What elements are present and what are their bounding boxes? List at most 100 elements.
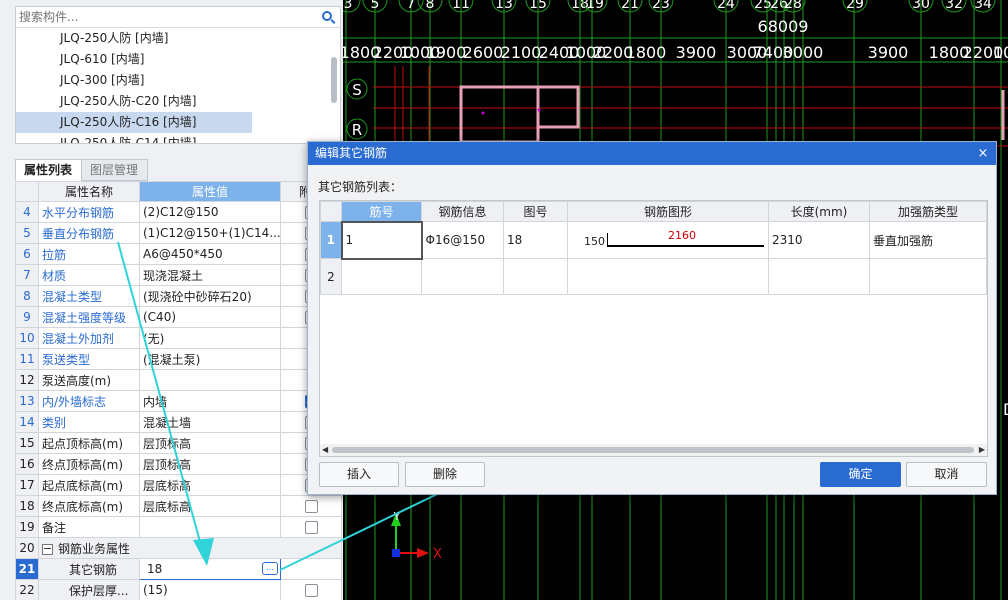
edit-ellipsis-icon[interactable]: ... (262, 562, 278, 575)
wall-outline[interactable] (536, 85, 580, 129)
property-value[interactable]: 内墙 (139, 390, 281, 412)
tree-item[interactable]: JLQ-250人防 [内墙] (16, 28, 340, 49)
cell-type[interactable]: 垂直加强筋 (869, 221, 987, 259)
grid-header-no[interactable]: 筋号 (341, 201, 422, 222)
horizontal-scrollbar[interactable]: ◀ ▶ (320, 444, 987, 456)
property-value[interactable]: A6@450*450 (139, 243, 281, 265)
property-row[interactable]: 10 混凝土外加剂 (无) (15, 327, 342, 349)
property-row[interactable]: 19 备注 (15, 516, 342, 538)
grid-header-shape[interactable]: 钢筋图形 (567, 201, 769, 222)
insert-button[interactable]: 插入 (319, 462, 399, 487)
property-row[interactable]: 13 内/外墙标志 内墙 (15, 390, 342, 412)
cell-no[interactable]: 1 (340, 220, 423, 260)
wall-outline[interactable] (459, 85, 540, 144)
property-value[interactable]: (混凝土泵) (139, 348, 281, 370)
property-value[interactable]: (2)C12@150 (139, 201, 281, 223)
property-name: 水平分布钢筋 (38, 201, 140, 223)
grid-header-length[interactable]: 长度(mm) (768, 201, 870, 222)
property-row[interactable]: 8 混凝土类型 (现浇砼中砂碎石20) (15, 285, 342, 307)
property-name: 泵送高度(m) (38, 369, 140, 391)
property-row[interactable]: 22 保护层厚... (15) (15, 579, 342, 600)
property-row[interactable]: 7 材质 现浇混凝土 (15, 264, 342, 286)
rebar-row[interactable]: 1 1 Φ16@150 18 150 2160 2310 垂直加强筋 (320, 220, 987, 260)
tab-layer-management[interactable]: 图层管理 (81, 159, 148, 181)
property-row[interactable]: 4 水平分布钢筋 (2)C12@150 (15, 201, 342, 223)
property-name: 类别 (38, 411, 140, 433)
extra-checkbox[interactable] (304, 500, 318, 513)
cell-info[interactable] (421, 258, 504, 295)
property-row-other-rebar[interactable]: 21 其它钢筋 18... (15, 558, 342, 580)
cell-type[interactable] (869, 258, 987, 295)
grid-header-type[interactable]: 加强筋类型 (869, 201, 987, 222)
row-number[interactable]: 2 (320, 258, 342, 295)
tree-item[interactable]: JLQ-250人防-C20 [内墙] (16, 91, 340, 112)
property-row[interactable]: 5 垂直分布钢筋 (1)C12@150+(1)C14... (15, 222, 342, 244)
property-name: 起点顶标高(m) (38, 432, 140, 454)
property-row[interactable]: 12 泵送高度(m) (15, 369, 342, 391)
tree-item[interactable]: JLQ-300 [内墙] (16, 70, 340, 91)
property-value[interactable] (139, 369, 281, 391)
property-value[interactable]: (1)C12@150+(1)C14... (139, 222, 281, 244)
row-number[interactable]: 1 (320, 221, 342, 259)
property-value[interactable]: 层底标高 (139, 474, 281, 496)
property-value[interactable]: 层底标高 (139, 495, 281, 517)
scroll-right-icon[interactable]: ▶ (979, 445, 985, 454)
property-value[interactable]: 混凝土墙 (139, 411, 281, 433)
tree-scrollbar[interactable] (331, 57, 337, 103)
property-value[interactable]: (现浇砼中砂碎石20) (139, 285, 281, 307)
row-index: 9 (15, 306, 39, 328)
cell-figure[interactable] (503, 258, 568, 295)
ok-button[interactable]: 确定 (820, 462, 901, 487)
other-rebar-text[interactable]: 18 (143, 562, 162, 576)
grid-header-info[interactable]: 钢筋信息 (421, 201, 504, 222)
axis-number: 7 (407, 0, 416, 12)
cancel-button[interactable]: 取消 (906, 462, 987, 487)
cell-figure[interactable]: 18 (503, 221, 568, 259)
close-icon[interactable]: × (975, 142, 991, 165)
rebar-row[interactable]: 2 (320, 258, 987, 295)
property-value[interactable] (139, 516, 281, 538)
tree-item[interactable]: JLQ-250人防-C16 [内墙] (16, 112, 252, 133)
collapse-icon[interactable]: − (42, 543, 53, 555)
property-value[interactable]: (C40) (139, 306, 281, 328)
group-row[interactable]: 20− 钢筋业务属性 (15, 537, 342, 559)
property-row[interactable]: 16 终点顶标高(m) 层顶标高 (15, 453, 342, 475)
dialog-titlebar[interactable]: 编辑其它钢筋 × (308, 142, 996, 165)
other-rebar-value[interactable]: 18... (139, 558, 281, 580)
property-row[interactable]: 14 类别 混凝土墙 (15, 411, 342, 433)
property-table: 属性名称 属性值 附加 4水平分布钢筋(2)C12@1505垂直分布钢筋(1)C… (15, 181, 342, 600)
property-value[interactable]: 层顶标高 (139, 432, 281, 454)
property-value[interactable]: 层顶标高 (139, 453, 281, 475)
row-index: 18 (15, 495, 39, 517)
tree-item[interactable]: JLQ-610 [内墙] (16, 49, 340, 70)
scroll-left-icon[interactable]: ◀ (322, 445, 328, 454)
axis-number: 32 (945, 0, 963, 12)
property-row[interactable]: 18 终点底标高(m) 层底标高 (15, 495, 342, 517)
dimension-text: 3900 (868, 43, 909, 62)
cell-length[interactable] (768, 258, 870, 295)
property-value[interactable]: (无) (139, 327, 281, 349)
tab-property-list[interactable]: 属性列表 (15, 159, 82, 181)
property-row[interactable]: 11 泵送类型 (混凝土泵) (15, 348, 342, 370)
tree-item[interactable]: JLQ-250人防-C14 [内墙] (16, 133, 340, 143)
cell-length[interactable]: 2310 (768, 221, 870, 259)
property-row[interactable]: 17 起点底标高(m) 层底标高 (15, 474, 342, 496)
row-index: 15 (15, 432, 39, 454)
extra-checkbox[interactable] (304, 584, 318, 597)
grid-header-figure[interactable]: 图号 (503, 201, 568, 222)
property-value[interactable]: 现浇混凝土 (139, 264, 281, 286)
cell-shape[interactable]: 150 2160 (567, 221, 769, 259)
property-name: 混凝土类型 (38, 285, 140, 307)
property-value[interactable]: (15) (139, 579, 281, 600)
extra-checkbox[interactable] (304, 521, 318, 534)
property-row[interactable]: 6 拉筋 A6@450*450 (15, 243, 342, 265)
cell-no[interactable] (341, 258, 422, 295)
property-row[interactable]: 15 起点顶标高(m) 层顶标高 (15, 432, 342, 454)
property-row[interactable]: 9 混凝土强度等级 (C40) (15, 306, 342, 328)
cell-shape[interactable] (567, 258, 769, 295)
search-icon[interactable] (322, 11, 332, 21)
scroll-thumb[interactable] (332, 447, 974, 453)
search-input[interactable] (16, 7, 306, 27)
cell-info[interactable]: Φ16@150 (421, 221, 504, 259)
delete-button[interactable]: 删除 (405, 462, 485, 487)
